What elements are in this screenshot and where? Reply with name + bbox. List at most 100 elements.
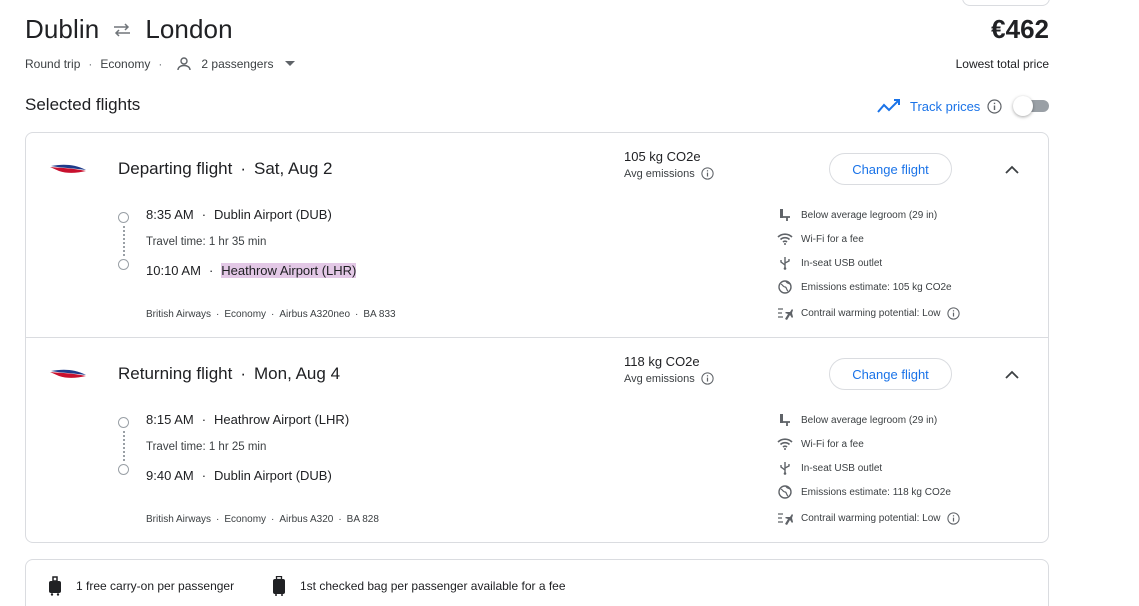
flight-number: BA 828: [346, 514, 379, 525]
departure-airport: Heathrow Airport (LHR): [214, 412, 350, 427]
arrival-point: [118, 464, 129, 475]
dropdown-caret-icon[interactable]: [285, 61, 296, 67]
price-label: Lowest total price: [955, 57, 1049, 71]
amenity-wifi: Wi-Fi for a fee: [777, 231, 864, 247]
flight-direction: Returning flight: [118, 364, 233, 383]
arrival-point: [118, 259, 129, 270]
globe-icon: [777, 484, 793, 500]
trip-options: Round trip · Economy · 2 passengers: [25, 56, 296, 72]
emissions-label: Avg emissions: [624, 372, 695, 385]
flight-details: British Airways · Economy · Airbus A320n…: [146, 309, 396, 320]
flight-date: Sat, Aug 2: [254, 159, 333, 178]
arrival-airport: Heathrow Airport (LHR): [221, 263, 357, 278]
emissions-label: Avg emissions: [624, 167, 695, 180]
track-prices-label[interactable]: Track prices: [910, 99, 980, 114]
aircraft-type: Airbus A320: [279, 514, 334, 525]
flight-direction: Departing flight: [118, 159, 233, 178]
change-flight-button[interactable]: Change flight: [829, 358, 952, 390]
carry-on-info: 1 free carry-on per passenger: [48, 576, 234, 596]
amenity-text: Contrail warming potential: Low: [801, 512, 941, 524]
separator-dot: ·: [271, 514, 275, 525]
amenity-usb: In-seat USB outlet: [777, 460, 882, 476]
separator-dot: ·: [338, 514, 342, 525]
emissions-label-row: Avg emissions: [624, 372, 714, 385]
contrail-icon: [777, 305, 793, 321]
cabin-class[interactable]: Economy: [100, 57, 150, 71]
info-icon[interactable]: [701, 167, 714, 180]
info-icon[interactable]: [946, 511, 960, 525]
travel-time: Travel time: 1 hr 35 min: [146, 236, 267, 248]
airline-name: British Airways: [146, 514, 212, 525]
contrail-icon: [777, 510, 793, 526]
arrival-airport: Dublin Airport (DUB): [214, 468, 332, 483]
amenity-text: In-seat USB outlet: [801, 462, 883, 474]
amenity-text: In-seat USB outlet: [801, 257, 883, 269]
flight-number: BA 833: [363, 309, 396, 320]
flight-details: British Airways · Economy · Airbus A320 …: [146, 514, 379, 525]
checked-bag-text: 1st checked bag per passenger available …: [300, 579, 566, 593]
trend-line-icon: [877, 98, 901, 114]
arrival-time: 10:10 AM: [146, 263, 201, 278]
carry-on-bag-icon: [48, 576, 62, 596]
usb-icon: [777, 255, 793, 271]
checked-bag-icon: [272, 576, 286, 596]
british-airways-logo: [49, 367, 87, 386]
separator-dot: ·: [240, 364, 247, 383]
chevron-up-icon[interactable]: [1002, 365, 1022, 385]
swap-arrows-icon: [111, 22, 133, 38]
amenity-text: Emissions estimate: 105 kg CO2e: [801, 281, 952, 293]
info-icon[interactable]: [701, 372, 714, 385]
info-icon[interactable]: [946, 306, 960, 320]
returning-flight: Returning flight · Mon, Aug 4 118 kg CO2…: [26, 338, 1048, 543]
amenity-emissions: Emissions estimate: 118 kg CO2e: [777, 484, 951, 500]
british-airways-logo: [49, 162, 87, 181]
amenity-text: Below average legroom (29 in): [801, 414, 938, 426]
change-flight-button[interactable]: Change flight: [829, 153, 952, 185]
share-button[interactable]: [962, 0, 1050, 6]
flight-date: Mon, Aug 4: [254, 364, 341, 383]
cabin-class: Economy: [224, 514, 267, 525]
trip-type[interactable]: Round trip: [25, 57, 80, 71]
checked-bag-info: 1st checked bag per passenger available …: [272, 576, 566, 596]
travel-time: Travel time: 1 hr 25 min: [146, 441, 267, 453]
amenity-contrail: Contrail warming potential: Low: [777, 510, 960, 526]
separator-dot: ·: [201, 207, 207, 222]
departure-stop: 8:35 AM · Dublin Airport (DUB): [146, 207, 332, 222]
track-prices-toggle[interactable]: [1013, 96, 1049, 116]
info-icon[interactable]: [987, 98, 1002, 114]
selected-flights-card: Departing flight · Sat, Aug 2 105 kg CO2…: [25, 132, 1049, 543]
flight-heading: Returning flight · Mon, Aug 4: [118, 364, 340, 384]
wifi-icon: [777, 231, 793, 247]
amenity-legroom: Below average legroom (29 in): [777, 207, 937, 223]
chevron-up-icon[interactable]: [1002, 160, 1022, 180]
globe-icon: [777, 279, 793, 295]
emissions-label-row: Avg emissions: [624, 167, 714, 180]
departing-flight: Departing flight · Sat, Aug 2 105 kg CO2…: [26, 133, 1048, 338]
separator-dot: ·: [240, 159, 247, 178]
amenity-text: Wi-Fi for a fee: [801, 438, 864, 450]
amenity-legroom: Below average legroom (29 in): [777, 412, 937, 428]
airline-name: British Airways: [146, 309, 212, 320]
flight-heading: Departing flight · Sat, Aug 2: [118, 159, 332, 179]
usb-icon: [777, 460, 793, 476]
arrival-time: 9:40 AM: [146, 468, 194, 483]
carry-on-text: 1 free carry-on per passenger: [76, 579, 235, 593]
separator-dot: ·: [216, 309, 220, 320]
arrival-stop: 10:10 AM · Heathrow Airport (LHR): [146, 263, 357, 278]
track-prices[interactable]: Track prices: [877, 98, 1002, 114]
seat-icon: [777, 207, 793, 223]
separator-dot: ·: [355, 309, 359, 320]
amenity-emissions: Emissions estimate: 105 kg CO2e: [777, 279, 952, 295]
cabin-class: Economy: [224, 309, 267, 320]
aircraft-type: Airbus A320neo: [279, 309, 351, 320]
separator-dot: ·: [216, 514, 220, 525]
passenger-count[interactable]: 2 passengers: [201, 57, 273, 71]
departure-airport: Dublin Airport (DUB): [214, 207, 332, 222]
separator-dot: ·: [208, 263, 214, 278]
origin-city: Dublin: [25, 14, 100, 44]
seat-icon: [777, 412, 793, 428]
separator-dot: ·: [158, 57, 163, 71]
separator-dot: ·: [88, 57, 93, 71]
route-header: Dublin London: [25, 14, 233, 45]
amenity-text: Wi-Fi for a fee: [801, 233, 864, 245]
